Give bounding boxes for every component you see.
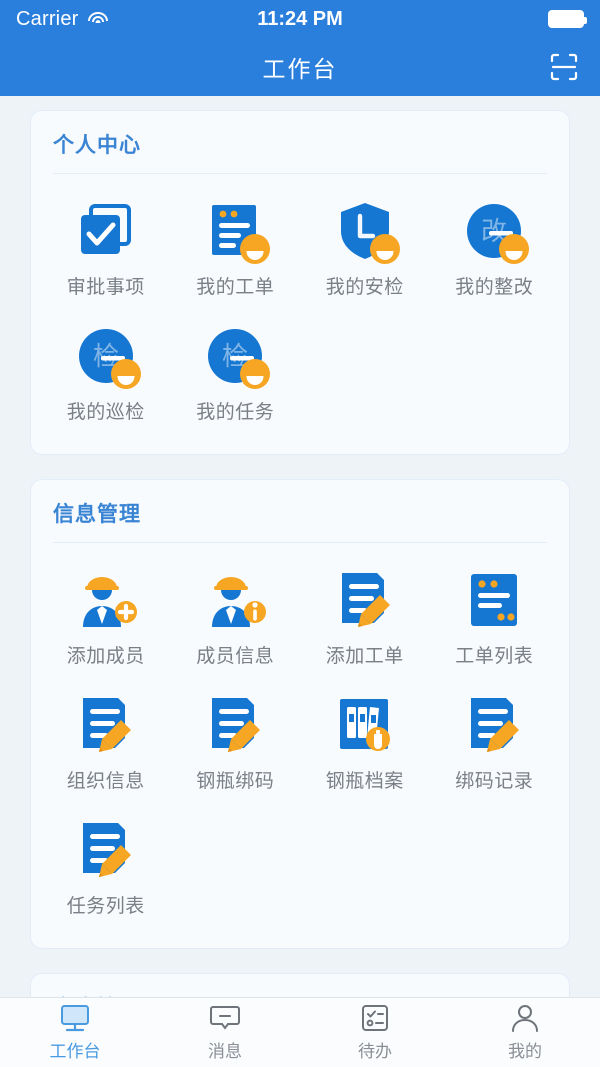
- tab-label: 我的: [508, 1042, 542, 1061]
- section-grid: 添加成员 成员信息 添加工单 工单列表组织信息 钢瓶绑码 钢瓶档案 绑码记录任务列表: [31, 551, 569, 938]
- shield-safety-icon: [334, 200, 400, 264]
- grid-item-doc-pencil[interactable]: 任务列表: [41, 809, 171, 934]
- grid-item-label: 成员信息: [196, 646, 275, 667]
- rectify-circle-icon: 改: [463, 200, 530, 264]
- grid-item-task-circle[interactable]: 检我的任务: [171, 315, 301, 440]
- status-bar-left: Carrier: [16, 8, 109, 31]
- approval-check-icon: [75, 200, 137, 262]
- worker-add-icon: [75, 569, 137, 631]
- grid-item-label: 任务列表: [66, 896, 145, 917]
- section-card: 信息管理添加成员 成员信息 添加工单 工单列表组织信息 钢瓶绑码 钢瓶档案 绑码记录任务列表: [30, 479, 570, 949]
- grid-item-doc-pencil[interactable]: 组织信息: [41, 684, 171, 809]
- doc-pencil-icon: [334, 569, 396, 631]
- doc-pencil-icon: [75, 819, 137, 881]
- doc-pencil-icon: [463, 694, 525, 756]
- section-title: 个人中心: [53, 134, 141, 157]
- section-divider: [53, 542, 547, 543]
- section-title: 信息管理: [53, 503, 141, 526]
- checklist-icon: [358, 1003, 392, 1033]
- grid-item-label: 我的任务: [196, 402, 275, 423]
- inspection-circle-icon: 检: [75, 325, 141, 389]
- section-card: 客户管理: [30, 973, 570, 997]
- grid-item-label: 添加工单: [325, 646, 404, 667]
- status-badge-icon: [369, 234, 400, 264]
- grid-item-doc-pencil[interactable]: 添加工单: [300, 559, 430, 684]
- grid-item-worker-info[interactable]: 成员信息: [171, 559, 301, 684]
- grid-item-label: 我的巡检: [66, 402, 145, 423]
- scan-qr-icon: [550, 53, 578, 81]
- status-badge-icon: [110, 359, 141, 389]
- grid-item-label: 添加成员: [66, 646, 145, 667]
- grid-item-label: 钢瓶档案: [325, 771, 404, 792]
- grid-item-rectify-circle[interactable]: 改我的整改: [430, 190, 560, 315]
- person-icon: [508, 1003, 542, 1033]
- workbench-content[interactable]: 个人中心审批事项我的工单我的安检改我的整改检我的巡检检我的任务信息管理添加成员成…: [0, 96, 600, 997]
- cylinder-archive-icon: [334, 694, 396, 756]
- tab-label: 消息: [208, 1042, 242, 1061]
- task-circle-icon: 检: [204, 325, 271, 389]
- section-card: 个人中心审批事项我的工单我的安检改我的整改检我的巡检检我的任务: [30, 110, 570, 455]
- status-bar: Carrier 11:24 PM: [0, 0, 600, 38]
- tab-checklist[interactable]: 待办: [300, 998, 450, 1067]
- doc-pencil-icon: [204, 694, 266, 756]
- grid-item-label: 我的安检: [325, 277, 404, 298]
- app-root: Carrier 11:24 PM 工作台 个人中心审批事项 我的工单 我的安检 改我的…: [0, 0, 600, 1067]
- bottom-tab-bar: 工作台 消息 待办 我的: [0, 997, 600, 1067]
- grid-item-label: 我的整改: [455, 277, 534, 298]
- grid-item-work-order-doc[interactable]: 我的工单: [171, 190, 301, 315]
- tab-person[interactable]: 我的: [450, 998, 600, 1067]
- section-grid: 审批事项我的工单我的安检改我的整改检我的巡检检我的任务: [31, 182, 569, 444]
- grid-item-label: 审批事项: [66, 277, 145, 298]
- grid-item-doc-list[interactable]: 工单列表: [430, 559, 560, 684]
- tab-chat-bubble[interactable]: 消息: [150, 998, 300, 1067]
- sections-container: 个人中心审批事项我的工单我的安检改我的整改检我的巡检检我的任务信息管理添加成员成…: [0, 110, 600, 997]
- section-divider: [53, 173, 547, 174]
- page-title: 工作台: [262, 56, 338, 82]
- grid-item-label: 绑码记录: [455, 771, 534, 792]
- tab-label: 工作台: [49, 1042, 101, 1061]
- grid-item-shield-safety[interactable]: 我的安检: [300, 190, 430, 315]
- carrier-label: Carrier: [16, 7, 79, 30]
- doc-pencil-icon: [75, 694, 137, 756]
- grid-item-cylinder-archive[interactable]: 钢瓶档案: [300, 684, 430, 809]
- tab-label: 待办: [358, 1042, 392, 1061]
- worker-info-icon: [204, 569, 267, 631]
- monitor-icon: [58, 1003, 92, 1033]
- battery-full-icon: [548, 10, 587, 28]
- chat-bubble-icon: [208, 1003, 242, 1033]
- grid-item-doc-pencil[interactable]: 绑码记录: [430, 684, 560, 809]
- grid-item-label: 我的工单: [196, 277, 275, 298]
- grid-item-approval-check[interactable]: 审批事项: [41, 190, 171, 315]
- scan-qr-button[interactable]: [544, 47, 584, 87]
- status-bar-right: [548, 10, 587, 28]
- grid-item-doc-pencil[interactable]: 钢瓶绑码: [171, 684, 301, 809]
- grid-item-inspection-circle[interactable]: 检我的巡检: [41, 315, 171, 440]
- wifi-icon: [87, 11, 109, 27]
- work-order-doc-icon: [204, 200, 271, 264]
- nav-bar: 工作台: [0, 38, 600, 96]
- doc-list-icon: [463, 569, 525, 631]
- grid-item-label: 工单列表: [455, 646, 534, 667]
- grid-item-label: 钢瓶绑码: [196, 771, 275, 792]
- grid-item-worker-add[interactable]: 添加成员: [41, 559, 171, 684]
- tab-monitor[interactable]: 工作台: [0, 998, 150, 1067]
- grid-item-label: 组织信息: [66, 771, 145, 792]
